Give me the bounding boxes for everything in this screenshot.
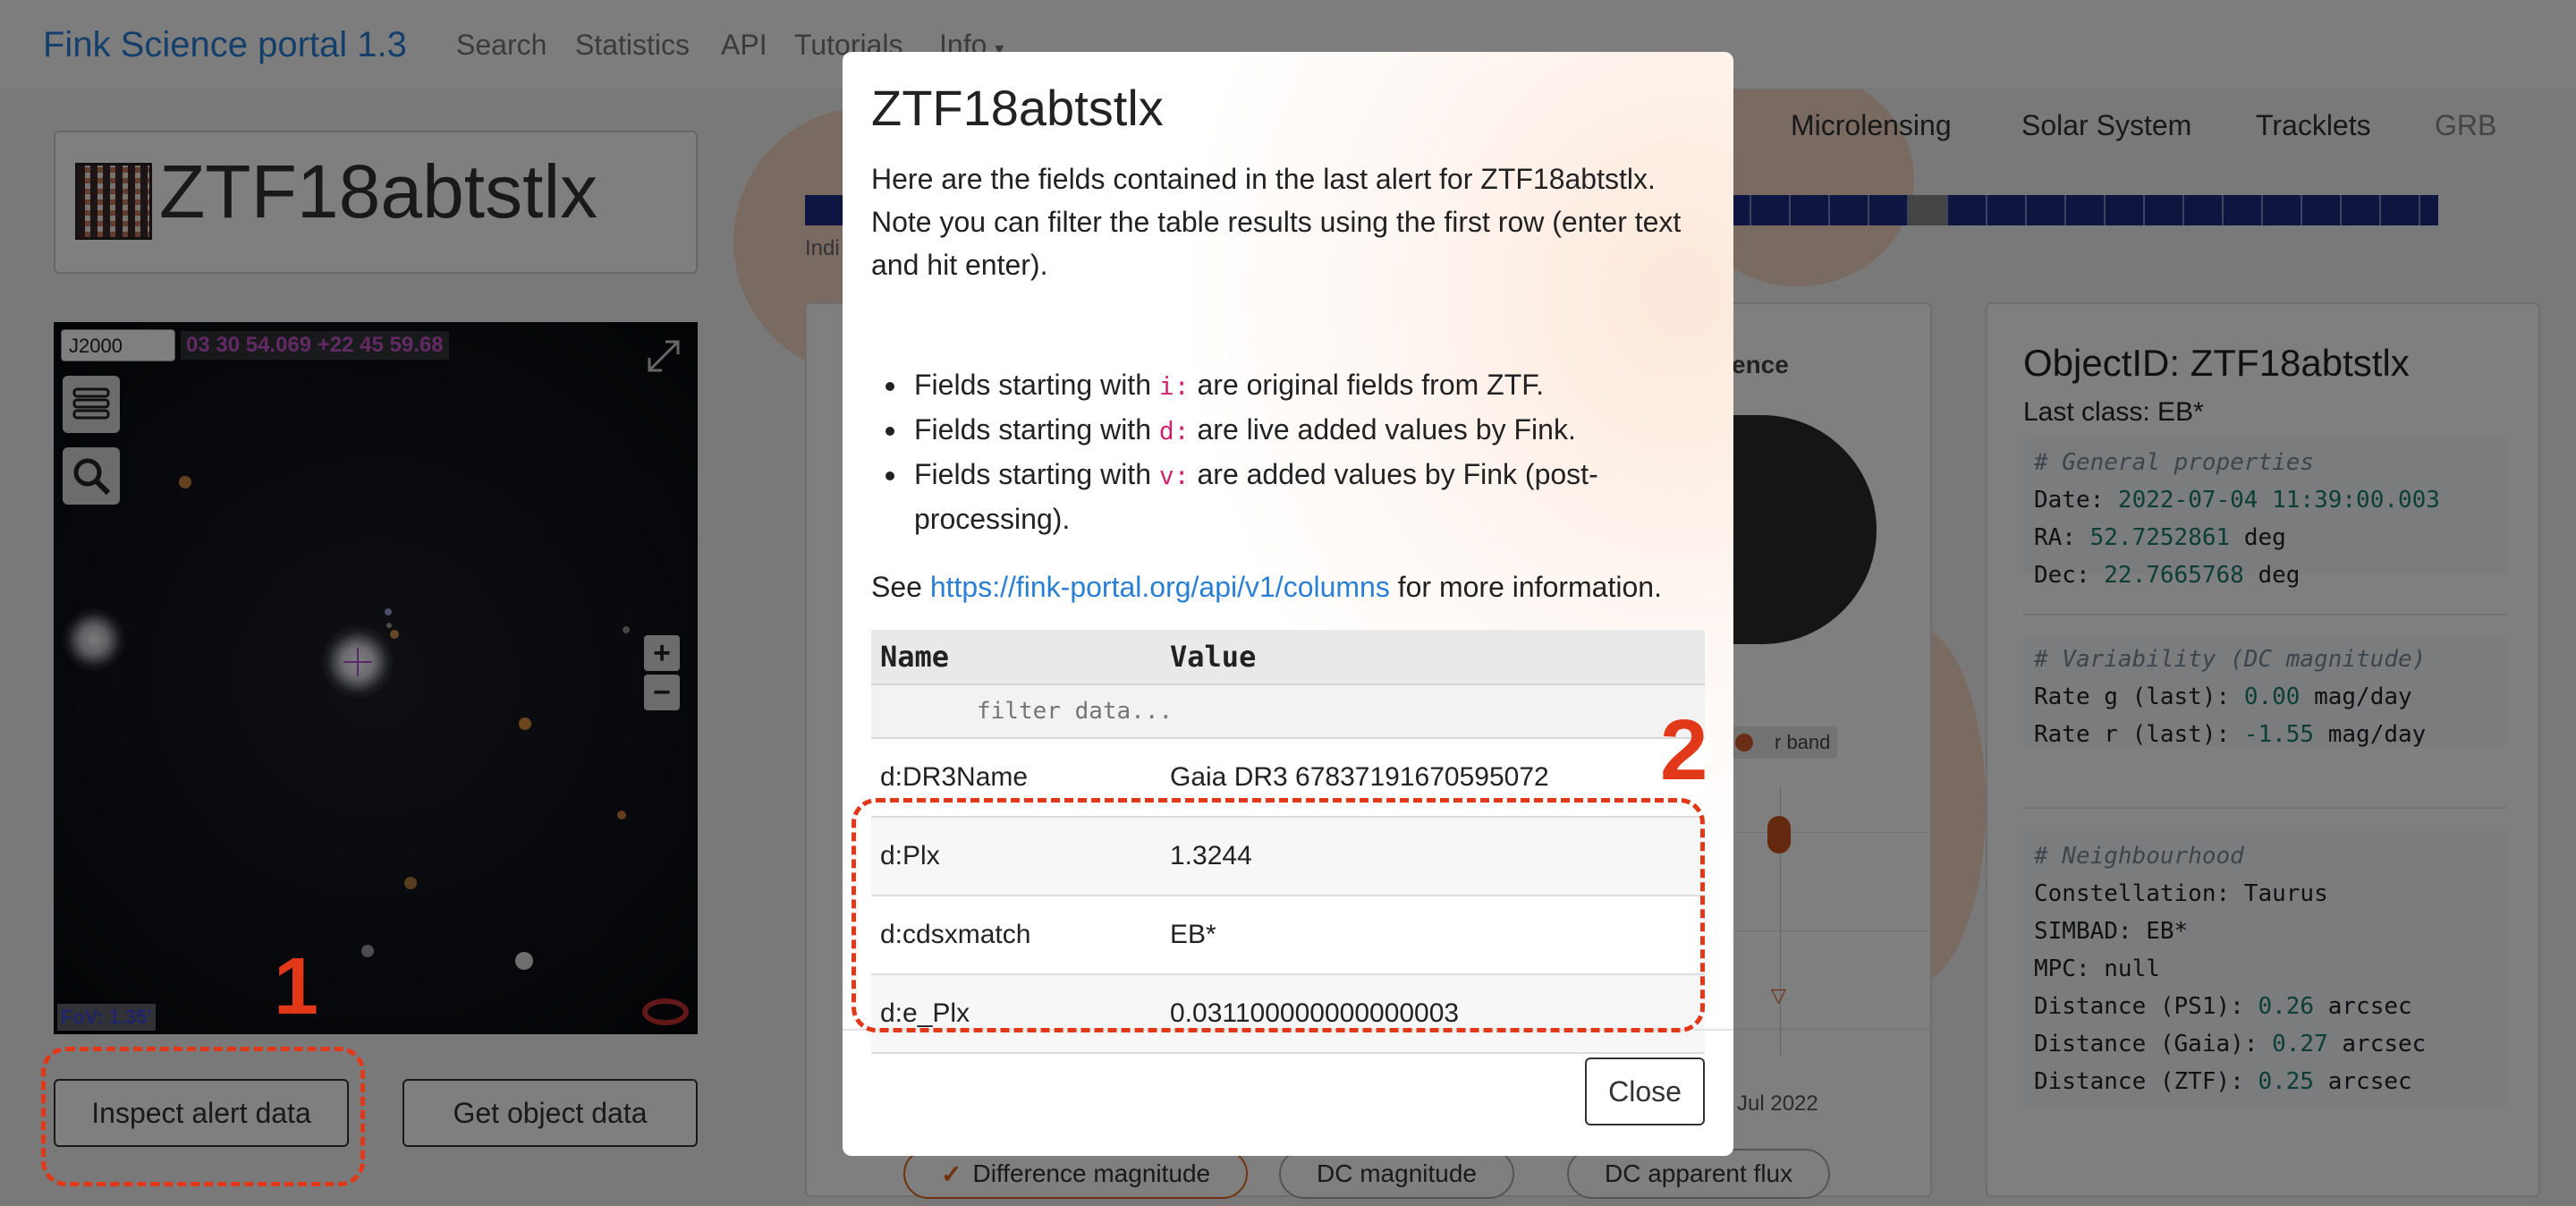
filter-input[interactable] bbox=[871, 685, 1705, 737]
modal-intro-text: Here are the fields contained in the las… bbox=[871, 163, 1682, 281]
columns-api-link[interactable]: https://fink-portal.org/api/v1/columns bbox=[930, 571, 1390, 603]
column-header-name[interactable]: Name bbox=[871, 640, 1170, 674]
close-button[interactable]: Close bbox=[1585, 1057, 1705, 1125]
field-value: Gaia DR3 67837191670595072 bbox=[1170, 762, 1549, 792]
see-more-text: See https://fink-portal.org/api/v1/colum… bbox=[871, 571, 1662, 603]
list-item: Fields starting with v: are added values… bbox=[909, 453, 1696, 540]
annotation-number-2: 2 bbox=[1660, 702, 1708, 798]
annotation-number-1: 1 bbox=[274, 942, 319, 1032]
annotation-box-2 bbox=[852, 798, 1705, 1032]
prefix-code: d: bbox=[1158, 416, 1190, 446]
table-header: Name Value bbox=[871, 630, 1705, 685]
prefix-code: v: bbox=[1158, 461, 1190, 490]
column-header-value[interactable]: Value bbox=[1170, 640, 1705, 674]
annotation-box-1 bbox=[41, 1047, 365, 1186]
modal-title: ZTF18abtstlx bbox=[871, 80, 1164, 136]
list-item: Fields starting with d: are live added v… bbox=[909, 408, 1696, 453]
field-name: d:DR3Name bbox=[880, 762, 1029, 792]
table-filter-row bbox=[871, 685, 1705, 739]
list-item: Fields starting with i: are original fie… bbox=[909, 363, 1696, 408]
prefix-code: i: bbox=[1158, 371, 1190, 401]
field-prefix-list: Fields starting with i: are original fie… bbox=[909, 363, 1696, 540]
